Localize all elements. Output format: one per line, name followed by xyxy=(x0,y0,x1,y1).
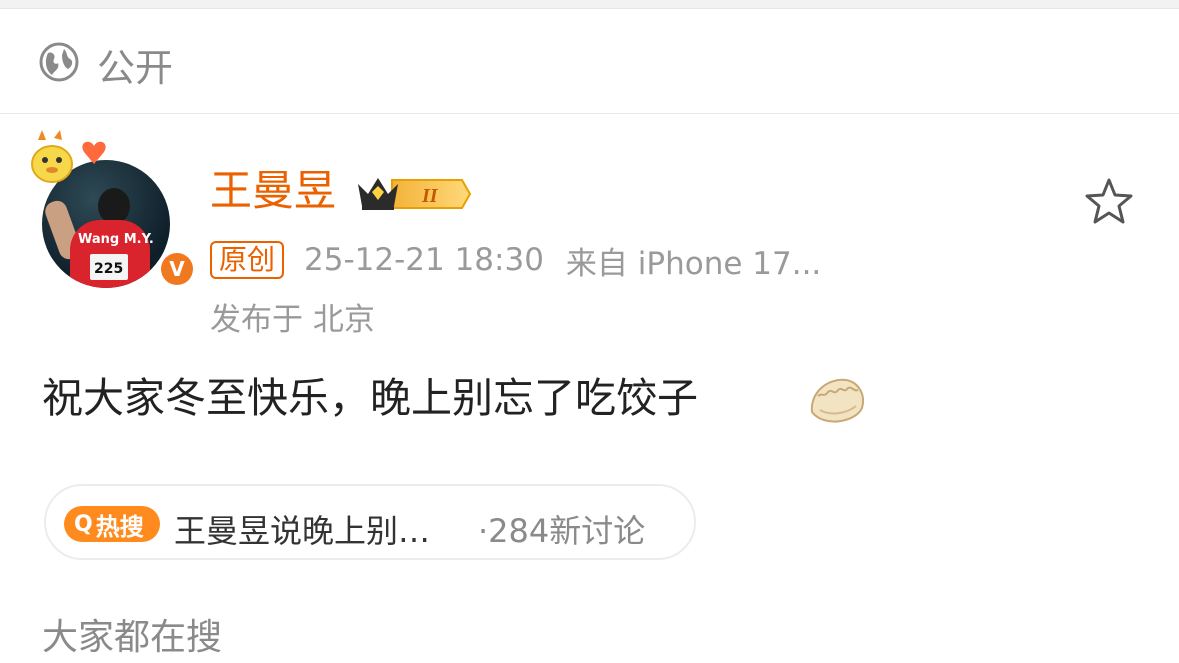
section-title: 大家都在搜 xyxy=(42,617,223,658)
avatar-frame-mascot-icon xyxy=(31,130,106,183)
favorite-star-icon[interactable] xyxy=(1082,175,1136,229)
author-name[interactable]: 王曼昱 xyxy=(210,170,336,212)
author-avatar[interactable]: Wang M.Y. 225 V xyxy=(28,130,196,290)
hot-search-title: 王曼昱说晚上别… xyxy=(174,512,431,550)
post-source: 来自 iPhone 17... xyxy=(565,245,822,282)
original-tag: 原创 xyxy=(210,241,285,279)
post-meta: 原创 25-12-21 18:30 来自 iPhone 17... xyxy=(210,240,822,282)
verified-badge: V xyxy=(158,250,196,288)
avatar-jersey-name: Wang M.Y. xyxy=(78,232,154,247)
hot-search-badge-label: 热搜 xyxy=(95,512,144,541)
dumpling-icon xyxy=(810,378,864,423)
post-time: 25-12-21 18:30 xyxy=(304,242,544,278)
crown-level-text: II xyxy=(421,185,439,207)
visibility-bar[interactable]: 公开 xyxy=(0,9,1179,114)
hot-search-badge: Q 热搜 xyxy=(64,506,160,542)
top-divider xyxy=(0,0,1179,9)
crown-level-badge-icon[interactable]: II xyxy=(352,170,472,218)
visibility-label: 公开 xyxy=(97,46,174,90)
hot-search-link[interactable]: Q 热搜 王曼昱说晚上别… ·284新讨论 xyxy=(44,484,696,560)
avatar-bib-number: 225 xyxy=(94,261,124,277)
hot-search-count: ·284新讨论 xyxy=(478,512,646,550)
post-text: 祝大家冬至快乐，晚上别忘了吃饺子 xyxy=(42,374,698,422)
post-location: 发布于 北京 xyxy=(210,302,375,338)
search-icon: Q xyxy=(74,511,93,537)
globe-icon xyxy=(39,42,79,82)
